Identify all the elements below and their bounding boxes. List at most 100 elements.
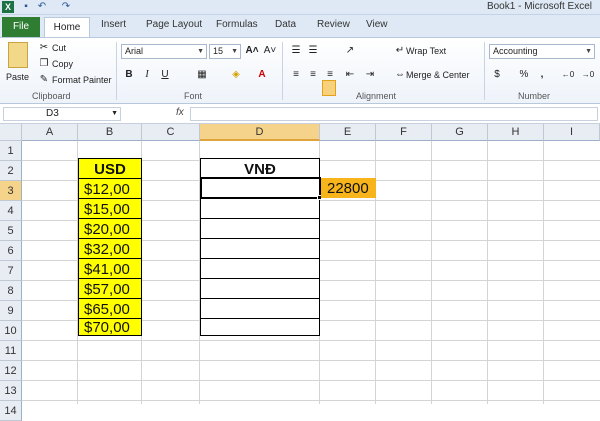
bold-button[interactable]: B — [121, 67, 137, 83]
increase-indent-icon[interactable]: ⇥ — [362, 67, 378, 83]
usd-header-cell[interactable]: USD — [78, 160, 142, 179]
column-header[interactable]: F — [376, 124, 432, 141]
usd-cell[interactable]: $12,00 — [84, 180, 130, 199]
chevron-down-icon: ▼ — [585, 48, 592, 55]
decrease-decimal-icon[interactable]: →0 — [580, 67, 596, 83]
font-name-value: Arial — [125, 46, 144, 56]
row-header[interactable]: 2 — [0, 161, 22, 181]
cell-border — [78, 198, 142, 199]
row-header[interactable]: 12 — [0, 361, 22, 381]
tab-page-layout[interactable]: Page Layout — [146, 19, 202, 30]
tab-insert[interactable]: Insert — [101, 19, 126, 30]
tab-formulas[interactable]: Formulas — [216, 19, 258, 30]
fill-color-icon[interactable]: ◈ — [228, 67, 244, 83]
group-divider — [116, 42, 117, 100]
row-header[interactable]: 5 — [0, 221, 22, 241]
align-center-icon[interactable]: ≡ — [305, 67, 321, 83]
merge-center-button[interactable]: Merge & Center — [406, 67, 470, 83]
font-color-icon[interactable]: A — [254, 67, 270, 83]
borders-icon[interactable]: ▦ — [194, 67, 210, 83]
comma-icon[interactable]: , — [534, 67, 550, 83]
grow-font-icon[interactable]: A˄ — [244, 43, 260, 59]
cell-border — [78, 298, 142, 299]
cut-button[interactable]: Cut — [52, 40, 66, 56]
copy-icon[interactable]: ❐ — [36, 56, 52, 72]
align-left-icon[interactable]: ≡ — [288, 67, 304, 83]
align-top-icon[interactable]: ☰ — [288, 43, 304, 59]
usd-cell[interactable]: $57,00 — [84, 280, 130, 299]
column-header[interactable]: D — [200, 124, 320, 141]
row-header[interactable]: 7 — [0, 261, 22, 281]
paste-icon[interactable] — [8, 42, 28, 68]
align-middle-icon[interactable]: ☰ — [305, 43, 321, 59]
save-icon[interactable]: ▪ — [20, 1, 32, 13]
tab-data[interactable]: Data — [275, 19, 296, 30]
increase-decimal-icon[interactable]: ←0 — [560, 67, 576, 83]
tab-file[interactable]: File — [2, 17, 40, 37]
column-header[interactable]: H — [488, 124, 544, 141]
rate-value: 22800 — [327, 180, 369, 197]
cell-border — [78, 238, 142, 239]
formula-input[interactable] — [190, 107, 598, 121]
tab-review[interactable]: Review — [317, 19, 350, 30]
column-header[interactable]: E — [320, 124, 376, 141]
tab-view[interactable]: View — [366, 19, 388, 30]
number-format-value: Accounting — [493, 46, 538, 56]
row-header[interactable]: 13 — [0, 381, 22, 401]
name-box-value: D3 — [46, 108, 59, 119]
paste-button[interactable]: Paste — [6, 69, 29, 85]
usd-cell[interactable]: $20,00 — [84, 220, 130, 239]
row-header[interactable]: 14 — [0, 401, 22, 421]
cut-icon[interactable]: ✂ — [36, 40, 52, 56]
currency-icon[interactable]: $ — [489, 67, 505, 83]
italic-button[interactable]: I — [139, 67, 155, 83]
usd-cell[interactable]: $15,00 — [84, 200, 130, 219]
copy-button[interactable]: Copy — [52, 56, 73, 72]
orientation-icon[interactable]: ↗ — [342, 43, 358, 59]
font-name-dropdown[interactable]: Arial ▼ — [121, 44, 207, 59]
select-all-corner[interactable] — [0, 124, 22, 141]
font-group-label: Font — [184, 91, 203, 101]
cell-border — [200, 298, 320, 299]
align-right-icon[interactable]: ≡ — [322, 67, 338, 83]
row-header[interactable]: 6 — [0, 241, 22, 261]
column-header[interactable]: B — [78, 124, 142, 141]
tab-home[interactable]: Home — [44, 17, 90, 38]
row-header[interactable]: 1 — [0, 141, 22, 161]
usd-cell[interactable]: $70,00 — [84, 318, 130, 337]
percent-icon[interactable]: % — [516, 67, 532, 83]
font-size-dropdown[interactable]: 15 ▼ — [209, 44, 241, 59]
column-header[interactable]: I — [544, 124, 600, 141]
column-header[interactable]: C — [142, 124, 200, 141]
excel-logo-icon: X — [2, 1, 14, 13]
format-painter-icon[interactable]: ✎ — [36, 72, 52, 88]
usd-cell[interactable]: $32,00 — [84, 240, 130, 259]
row-header[interactable]: 3 — [0, 181, 22, 201]
name-box[interactable]: D3 ▼ — [3, 107, 121, 121]
number-format-dropdown[interactable]: Accounting ▼ — [489, 44, 595, 59]
redo-icon[interactable]: ↷ — [60, 1, 72, 13]
column-header[interactable]: G — [432, 124, 488, 141]
decrease-indent-icon[interactable]: ⇤ — [342, 67, 358, 83]
fx-icon[interactable]: fx — [176, 107, 184, 118]
usd-cell[interactable]: $65,00 — [84, 300, 130, 319]
active-cell-d3[interactable] — [200, 177, 321, 199]
column-header[interactable]: A — [22, 124, 78, 141]
row-header[interactable]: 11 — [0, 341, 22, 361]
row-header[interactable]: 9 — [0, 301, 22, 321]
number-group-label: Number — [518, 91, 551, 101]
underline-button[interactable]: U — [157, 67, 173, 83]
cell-border — [200, 318, 320, 319]
row-header[interactable]: 8 — [0, 281, 22, 301]
usd-cell[interactable]: $41,00 — [84, 260, 130, 279]
formula-bar: D3 ▼ fx — [0, 104, 600, 124]
format-painter-button[interactable]: Format Painter — [52, 72, 112, 88]
shrink-font-icon[interactable]: A˅ — [262, 43, 278, 59]
cell-border — [200, 278, 320, 279]
undo-icon[interactable]: ↶ — [36, 1, 48, 13]
row-header[interactable]: 4 — [0, 201, 22, 221]
cell-border — [200, 258, 320, 259]
row-header[interactable]: 10 — [0, 321, 22, 341]
chevron-down-icon: ▼ — [111, 110, 118, 117]
wrap-text-button[interactable]: Wrap Text — [406, 43, 446, 59]
